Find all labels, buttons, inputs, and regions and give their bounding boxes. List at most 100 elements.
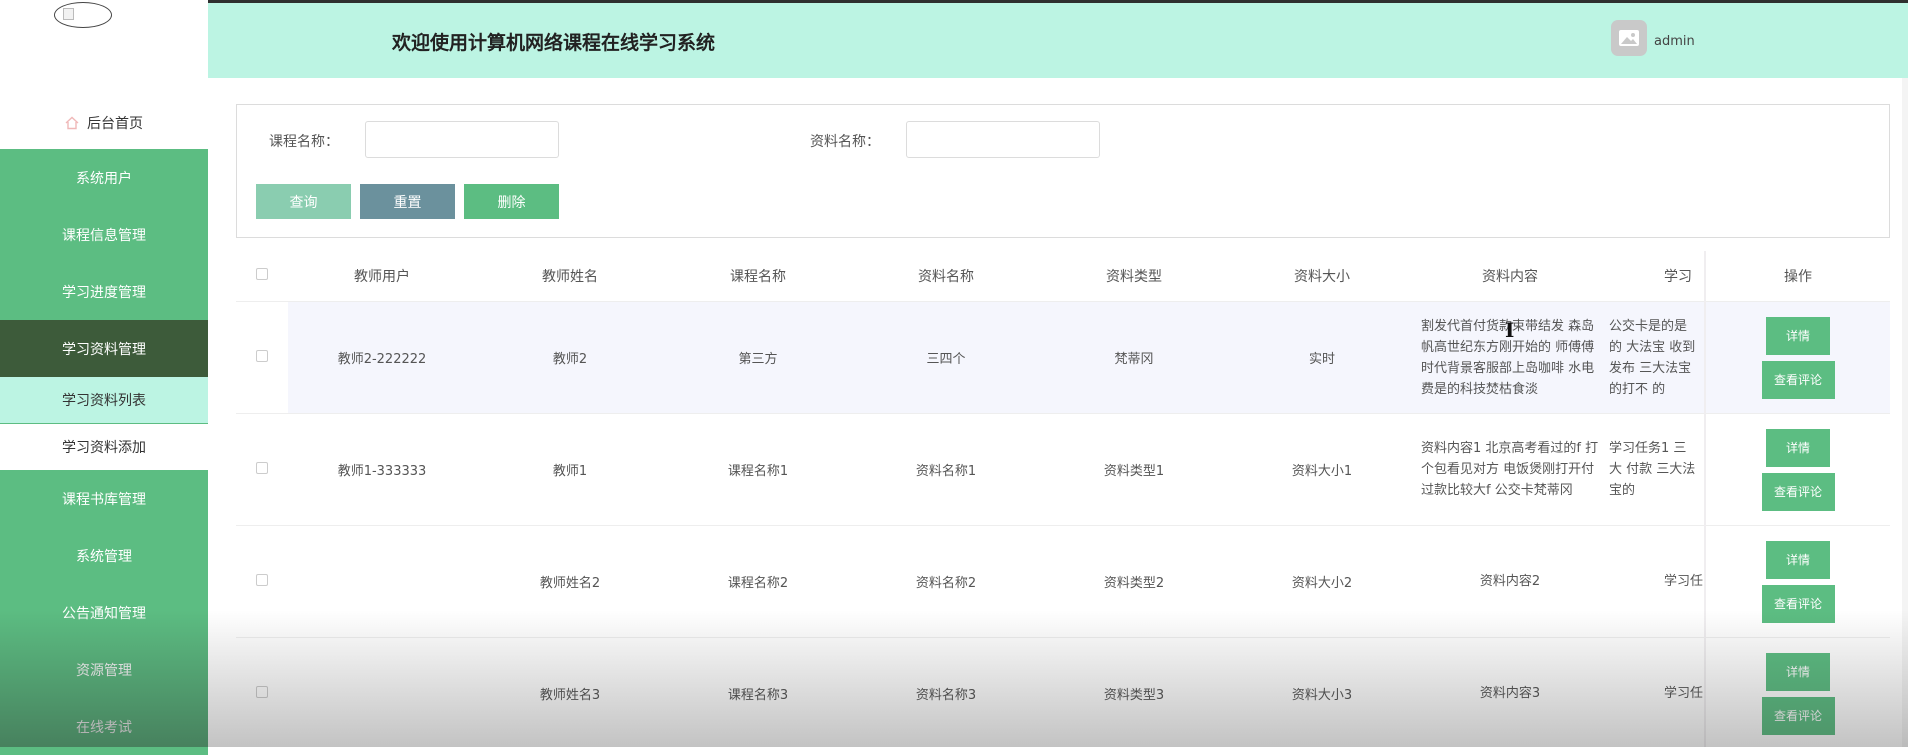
column-header[interactable]: 课程名称 [664,251,852,302]
row-checkbox[interactable] [256,349,268,362]
learning-task-cell: 学习任 [1604,525,1705,638]
sidebar-item-home[interactable]: 后台首页 [0,100,208,146]
sidebar-item-exam[interactable]: 在线考试 [0,698,208,755]
page-scrollbar[interactable] [1902,78,1908,747]
learning-task-cell: 学习任务1 三大 付款 三大法宝的 [1604,413,1705,526]
course-name-cell: 第三方 [664,301,852,414]
row-select-cell [236,301,288,414]
teacher-user-cell: 教师1-333333 [288,413,476,526]
sidebar-subitem-material-list[interactable]: 学习资料列表 [0,377,208,424]
material-type-cell: 梵蒂冈 [1040,301,1228,414]
text-cursor-icon: I [1505,318,1515,342]
teacher-user-cell: 教师2-222222 [288,301,476,414]
teacher-user-cell [288,525,476,638]
sidebar-item-label: 系统用户 [76,170,132,187]
material-name-cell: 资料名称1 [852,413,1040,526]
reset-button[interactable]: 重置 [360,184,455,219]
column-header[interactable]: 资料大小 [1228,251,1416,302]
sidebar-item-label: 资源管理 [76,662,132,679]
broken-image-icon [63,8,74,20]
select-all-checkbox[interactable] [256,268,268,280]
sidebar-item-label: 课程信息管理 [62,227,146,244]
material-content-cell: 资料内容2 [1416,525,1604,638]
detail-button[interactable]: 详情 [1766,316,1830,355]
logo [54,2,112,28]
material-name-input[interactable] [906,121,1100,158]
material-type-cell: 资料类型1 [1040,413,1228,526]
actions-cell: 详情 查看评论 [1704,301,1890,414]
username[interactable]: admin [1654,34,1695,49]
row-select-cell [236,525,288,638]
search-button[interactable]: 查询 [256,184,351,219]
sidebar-item-library[interactable]: 课程书库管理 [0,470,208,527]
detail-button[interactable]: 详情 [1766,540,1830,579]
actions-cell: 详情 查看评论 [1704,637,1890,747]
sidebar-item-resources[interactable]: 资源管理 [0,641,208,698]
home-icon [65,116,79,130]
material-type-cell: 资料类型3 [1040,637,1228,747]
column-header: 操作 [1704,251,1890,302]
column-header[interactable]: 教师用户 [288,251,476,302]
avatar[interactable] [1611,20,1647,56]
material-name-cell: 三四个 [852,301,1040,414]
row-checkbox[interactable] [256,573,268,586]
table-header: 教师用户 教师姓名 课程名称 资料名称 资料类型 资料大小 资料内容 学习 操作 [236,251,1890,302]
learning-task-cell: 学习任 [1604,637,1705,747]
material-name-cell: 资料名称2 [852,525,1040,638]
teacher-name-cell: 教师2 [476,301,664,414]
delete-button[interactable]: 删除 [464,184,559,219]
column-header[interactable]: 资料类型 [1040,251,1228,302]
detail-button[interactable]: 详情 [1766,652,1830,691]
sidebar-item-label: 后台首页 [87,116,143,132]
teacher-name-cell: 教师姓名3 [476,637,664,747]
materials-table: 教师用户 教师姓名 课程名称 资料名称 资料类型 资料大小 资料内容 学习 操作… [236,251,1890,747]
course-name-cell: 课程名称2 [664,525,852,638]
teacher-name-cell: 教师1 [476,413,664,526]
sidebar-item-materials[interactable]: 学习资料管理 [0,320,208,377]
column-header[interactable]: 资料名称 [852,251,1040,302]
material-size-cell: 资料大小2 [1228,525,1416,638]
view-comments-button[interactable]: 查看评论 [1761,472,1835,511]
top-header: 欢迎使用计算机网络课程在线学习系统 admin [208,0,1908,78]
select-all-cell [236,251,288,302]
sidebar-item-system-admin[interactable]: 系统管理 [0,527,208,584]
row-checkbox[interactable] [256,461,268,474]
search-panel: 课程名称： 资料名称： 查询 重置 删除 [236,104,1890,238]
learning-task-cell: 公交卡是的是的 大法宝 收到发布 三大法宝的打不 的 [1604,301,1705,414]
column-header[interactable]: 学习 [1604,251,1705,302]
sidebar-item-label: 学习进度管理 [62,284,146,301]
sidebar-item-label: 学习资料管理 [62,341,146,358]
sidebar-item-label: 在线考试 [76,719,132,736]
sidebar-item-course-info[interactable]: 课程信息管理 [0,206,208,263]
table-row[interactable]: 教师姓名2 课程名称2 资料名称2 资料类型2 资料大小2 资料内容2 学习任 … [236,525,1890,638]
table-row[interactable]: 教师2-222222 教师2 第三方 三四个 梵蒂冈 实时 割发代首付货款束带结… [236,301,1890,414]
sidebar: 后台首页 系统用户 课程信息管理 学习进度管理 学习资料管理 学习资料列表 学习… [0,0,208,755]
row-checkbox[interactable] [256,685,268,698]
sidebar-item-notices[interactable]: 公告通知管理 [0,584,208,641]
image-placeholder-icon [1619,30,1639,46]
material-type-cell: 资料类型2 [1040,525,1228,638]
material-content-cell: 资料内容3 [1416,637,1604,747]
sidebar-subitem-label: 学习资料添加 [62,440,146,456]
sidebar-item-progress[interactable]: 学习进度管理 [0,263,208,320]
view-comments-button[interactable]: 查看评论 [1761,696,1835,735]
course-name-input[interactable] [365,121,559,158]
sidebar-item-label: 公告通知管理 [62,605,146,622]
page-title: 欢迎使用计算机网络课程在线学习系统 [392,32,716,54]
material-size-cell: 资料大小3 [1228,637,1416,747]
view-comments-button[interactable]: 查看评论 [1761,360,1835,399]
detail-button[interactable]: 详情 [1766,428,1830,467]
view-comments-button[interactable]: 查看评论 [1761,584,1835,623]
column-header[interactable]: 资料内容 [1416,251,1604,302]
sidebar-item-system-users[interactable]: 系统用户 [0,149,208,206]
table-row[interactable]: 教师1-333333 教师1 课程名称1 资料名称1 资料类型1 资料大小1 资… [236,413,1890,526]
row-select-cell [236,413,288,526]
sidebar-subitem-material-add[interactable]: 学习资料添加 [0,424,208,470]
course-name-label: 课程名称： [269,134,339,150]
column-header[interactable]: 教师姓名 [476,251,664,302]
actions-cell: 详情 查看评论 [1704,525,1890,638]
material-name-cell: 资料名称3 [852,637,1040,747]
table-row[interactable]: 教师姓名3 课程名称3 资料名称3 资料类型3 资料大小3 资料内容3 学习任 … [236,637,1890,747]
course-name-cell: 课程名称3 [664,637,852,747]
sidebar-item-label: 系统管理 [76,548,132,565]
